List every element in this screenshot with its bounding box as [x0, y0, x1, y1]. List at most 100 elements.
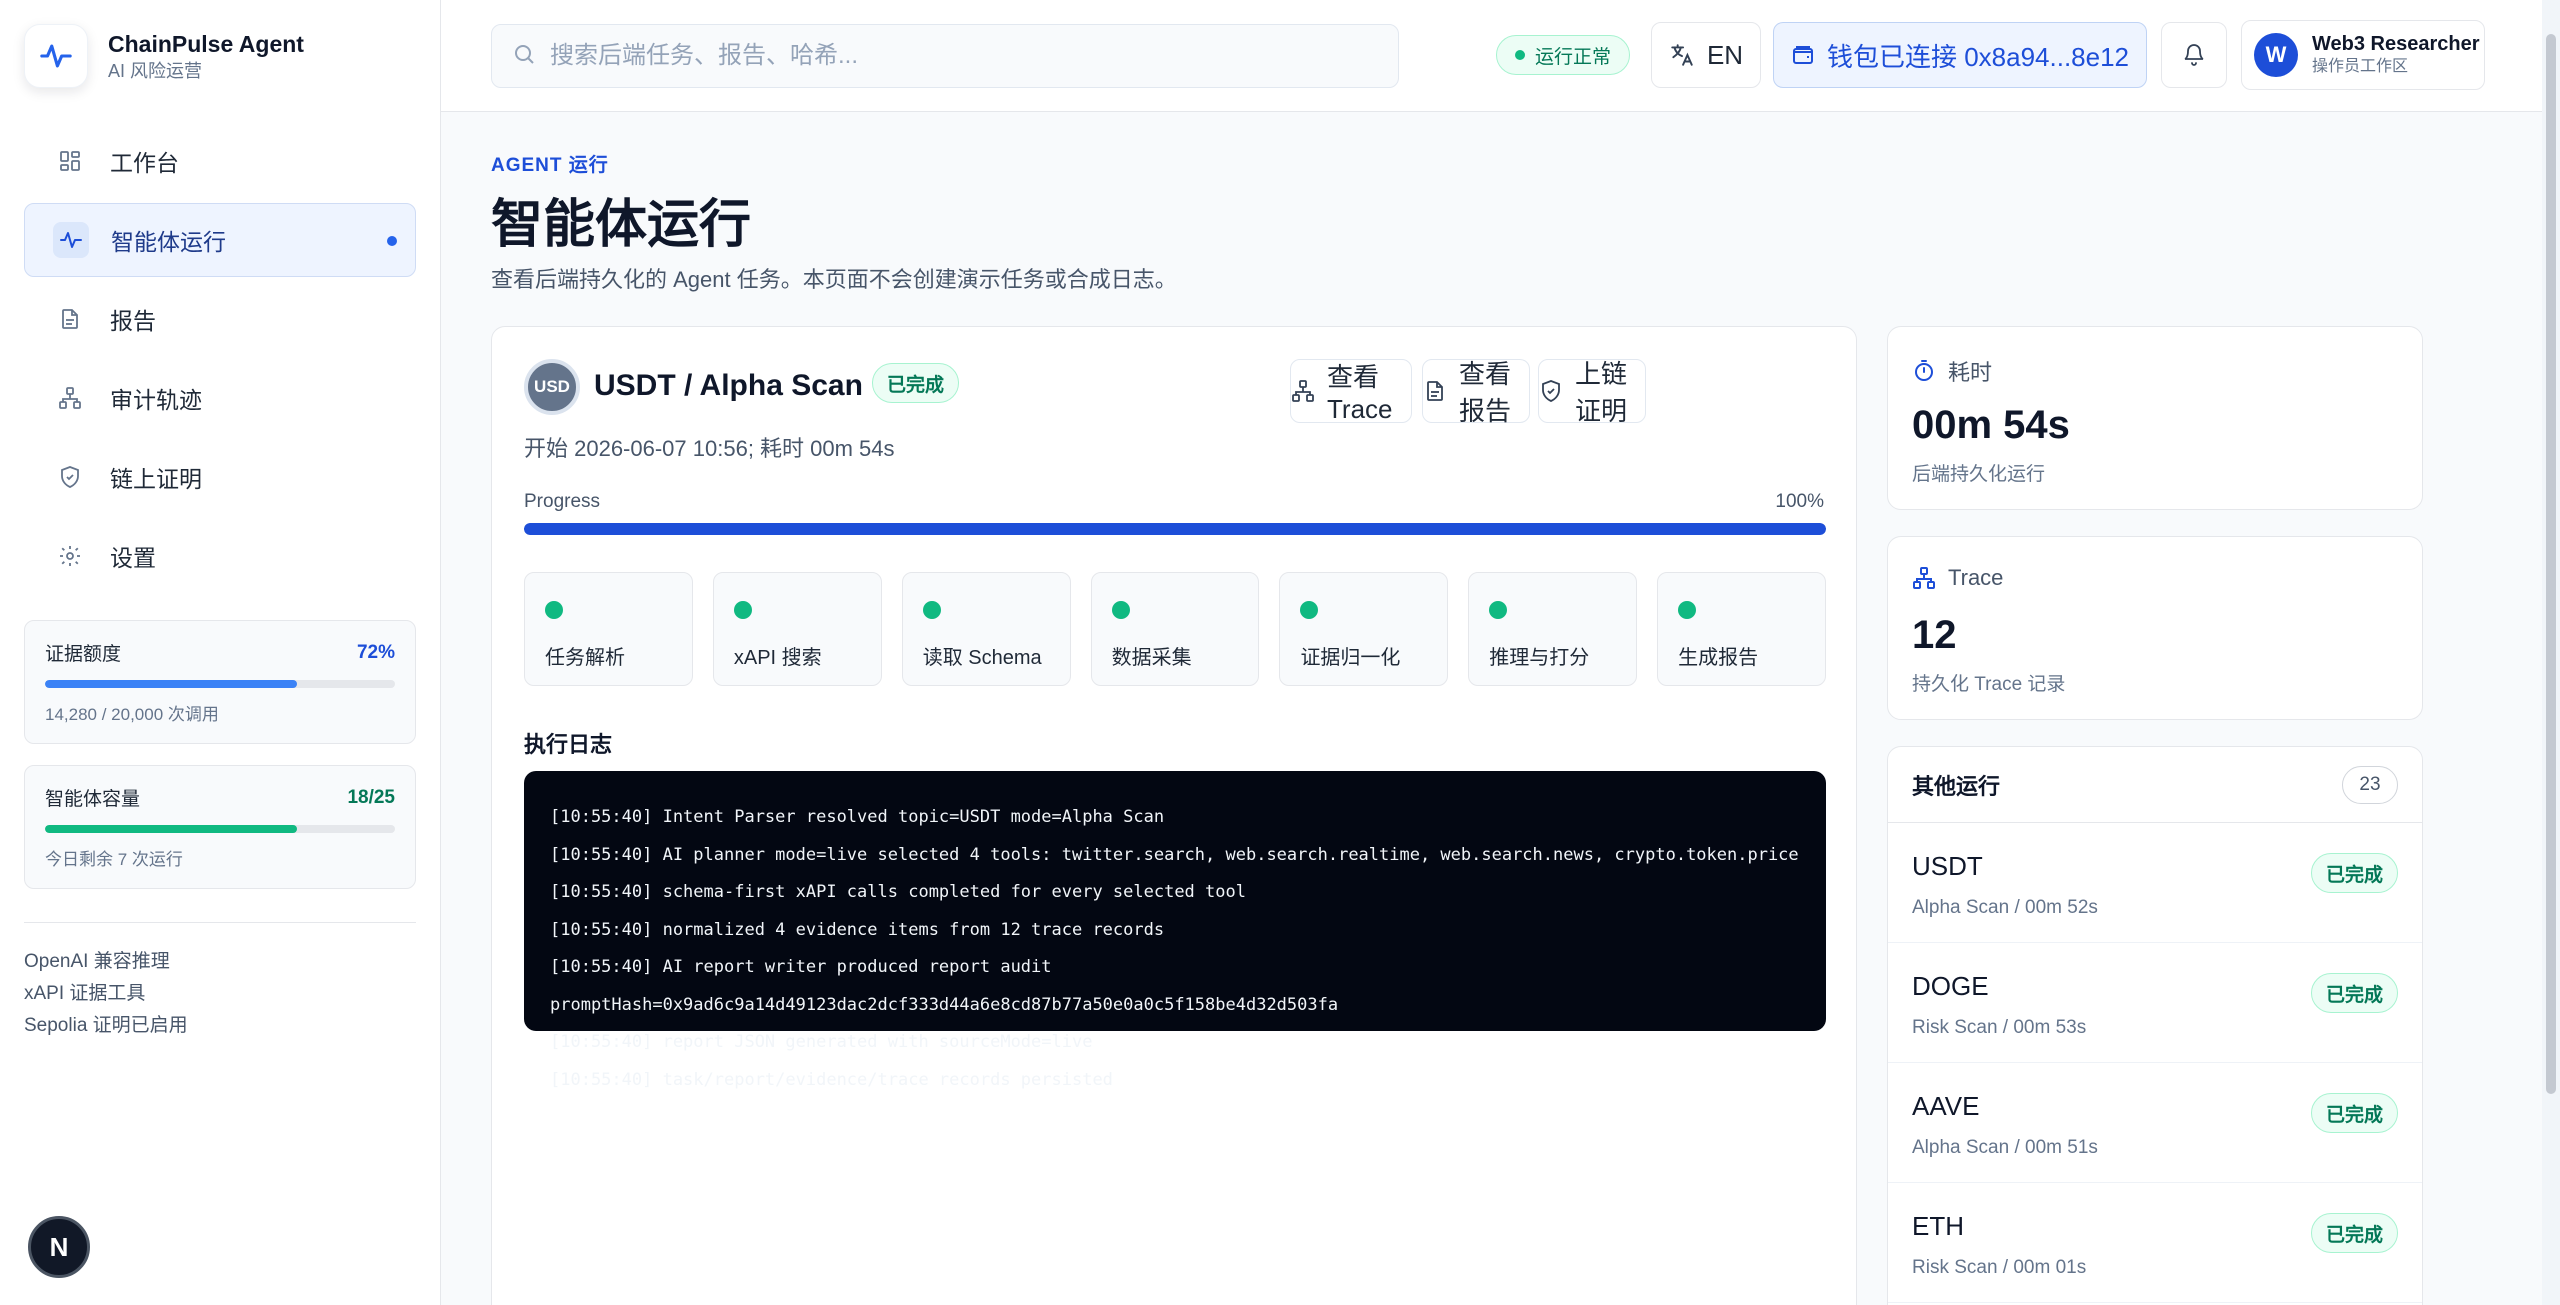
sidebar-item-reports[interactable]: 报告 [24, 282, 416, 356]
activity-icon [53, 222, 89, 258]
search-input[interactable] [550, 42, 1370, 70]
bell-icon [2182, 43, 2206, 67]
sidebar-item-workbench[interactable]: 工作台 [24, 124, 416, 198]
step-complete-dot [1300, 601, 1319, 619]
log-title: 执行日志 [524, 732, 613, 757]
trace-stat-card: Trace 12 持久化 Trace 记录 [1887, 536, 2423, 720]
onchain-proof-button[interactable]: 上链证明 [1538, 359, 1646, 426]
view-trace-button[interactable]: 查看 Trace [1290, 359, 1412, 424]
note-sepolia: Sepolia 证明已启用 [24, 1015, 188, 1036]
sidebar-item-label: 设置 [110, 545, 156, 571]
network-icon [1291, 379, 1327, 403]
search-box[interactable] [491, 24, 1399, 88]
user-menu[interactable]: W Web3 Researcher 操作员工作区 [2241, 20, 2485, 90]
status-dot [1515, 50, 1525, 60]
stat-label: Trace [1948, 565, 2004, 590]
run-item-sub: Alpha Scan / 00m 51s [1912, 1137, 2098, 1158]
other-run-item[interactable]: ETH Risk Scan / 00m 01s 已完成 [1888, 1183, 2422, 1303]
run-item-sub: Risk Scan / 00m 01s [1912, 1257, 2087, 1278]
run-status-badge: 已完成 [872, 363, 960, 403]
progress-label: Progress [524, 491, 601, 512]
user-name: Web3 Researcher [2312, 33, 2480, 55]
stat-value: 00m 54s [1912, 403, 2070, 447]
progress-value: 100% [1775, 491, 1824, 512]
step-complete-dot [733, 601, 752, 619]
brand-title: ChainPulse Agent [108, 31, 304, 57]
notifications-button[interactable] [2161, 22, 2227, 88]
quota-progress-fill [45, 680, 297, 688]
log-line: [10:55:40] task/report/evidence/trace re… [550, 1069, 1113, 1090]
wallet-label: 钱包已连接 0x8a94...8e12 [1826, 41, 2130, 72]
sidebar-item-settings[interactable]: 设置 [24, 519, 416, 593]
step-label: 任务解析 [545, 647, 625, 669]
search-icon [512, 42, 536, 71]
quota-label: 证据额度 [45, 644, 122, 665]
step-label: 数据采集 [1111, 647, 1192, 669]
step-complete-dot [545, 601, 563, 619]
user-role: 操作员工作区 [2312, 58, 2409, 75]
run-item-status-badge: 已完成 [2310, 1093, 2398, 1133]
page-scrollbar[interactable] [2542, 0, 2560, 1305]
nextjs-dev-badge[interactable]: N [28, 1216, 90, 1278]
step-complete-dot [1111, 601, 1130, 619]
shield-icon [1539, 379, 1575, 403]
scrollbar-thumb[interactable] [2546, 34, 2556, 1094]
brand[interactable]: ChainPulse Agent AI 风险运营 [24, 24, 304, 88]
step-complete-dot [922, 601, 941, 619]
log-line: [10:55:40] report JSON generated with so… [550, 1032, 1093, 1052]
run-item-name: ETH [1912, 1211, 1964, 1241]
sidebar-nav: 工作台 智能体运行 报告 审计轨迹 链上证明 设置 [24, 124, 416, 598]
step-card: 证据归一化 [1279, 572, 1449, 686]
log-line: [10:55:40] AI report writer produced rep… [550, 957, 1052, 977]
pipeline-steps: 任务解析 xAPI 搜索 读取 Schema 数据采集 证据归一化 推理与打分 … [524, 572, 1827, 686]
step-card: 任务解析 [524, 572, 693, 686]
step-card: 推理与打分 [1468, 572, 1638, 686]
avatar: W [2254, 33, 2298, 77]
step-card: 读取 Schema [901, 572, 1071, 686]
translate-icon [1669, 42, 1695, 68]
view-report-button[interactable]: 查看报告 [1422, 359, 1530, 426]
stat-label: 耗时 [1948, 360, 1993, 385]
wallet-icon [1791, 43, 1815, 67]
agent-capacity-card: 智能体容量 18/25 今日剩余 7 次运行 [24, 765, 416, 889]
sidebar-notes: OpenAI 兼容推理 xAPI 证据工具 Sepolia 证明已启用 [24, 946, 188, 1042]
step-label: 读取 Schema [922, 647, 1042, 669]
other-run-item[interactable]: USDT Alpha Scan / 00m 52s 已完成 [1888, 823, 2422, 943]
stat-subtext: 持久化 Trace 记录 [1912, 674, 2066, 695]
step-card: xAPI 搜索 [712, 572, 882, 686]
run-item-status-badge: 已完成 [2310, 1213, 2398, 1253]
button-label: 查看 Trace [1327, 362, 1393, 424]
other-runs-title: 其他运行 [1912, 773, 2001, 799]
network-icon [1912, 566, 1948, 590]
log-line: promptHash=0x9ad6c9a14d49123dac2dcf333d4… [550, 994, 1339, 1015]
other-runs-card: 其他运行 23 USDT Alpha Scan / 00m 52s 已完成 DO… [1887, 746, 2423, 1305]
run-item-name: DOGE [1912, 971, 1989, 1001]
run-status-wrapper: 已完成 [872, 363, 960, 403]
other-run-item[interactable]: AAVE Alpha Scan / 00m 51s 已完成 [1888, 1063, 2422, 1183]
log-line: [10:55:40] schema-first xAPI calls compl… [550, 882, 1246, 902]
topbar: 运行正常 EN 钱包已连接 0x8a94...8e12 W [441, 0, 2560, 112]
file-icon [1423, 379, 1459, 403]
wallet-connected-button[interactable]: 钱包已连接 0x8a94...8e12 [1773, 22, 2147, 88]
step-label: xAPI 搜索 [733, 647, 822, 669]
button-label: 上链证明 [1575, 359, 1628, 426]
coin-badge: USD [524, 359, 580, 415]
run-meta: 开始 2026-06-07 10:56; 耗时 00m 54s [524, 436, 895, 461]
sidebar-item-onchain-proof[interactable]: 链上证明 [24, 440, 416, 514]
sidebar-item-agent-runs[interactable]: 智能体运行 [24, 203, 416, 277]
log-line: [10:55:40] normalized 4 evidence items f… [550, 919, 1165, 940]
run-item-sub: Alpha Scan / 00m 52s [1912, 897, 2098, 918]
pulse-logo-icon [24, 24, 88, 88]
evidence-quota-card: 证据额度 72% 14,280 / 20,000 次调用 [24, 620, 416, 744]
other-run-item[interactable]: DOGE Risk Scan / 00m 53s 已完成 [1888, 943, 2422, 1063]
language-toggle-button[interactable]: EN [1651, 22, 1761, 88]
sidebar-item-audit-trail[interactable]: 审计轨迹 [24, 361, 416, 435]
sidebar-item-label: 链上证明 [110, 466, 202, 492]
execution-log[interactable]: [10:55:40] Intent Parser resolved topic=… [524, 771, 1826, 1090]
active-indicator-dot [387, 236, 397, 246]
step-complete-dot [1678, 601, 1697, 619]
log-line: [10:55:40] Intent Parser resolved topic=… [550, 807, 1165, 827]
run-item-name: AAVE [1912, 1091, 1980, 1121]
step-complete-dot [1489, 601, 1508, 619]
run-progress-fill [524, 523, 1826, 535]
